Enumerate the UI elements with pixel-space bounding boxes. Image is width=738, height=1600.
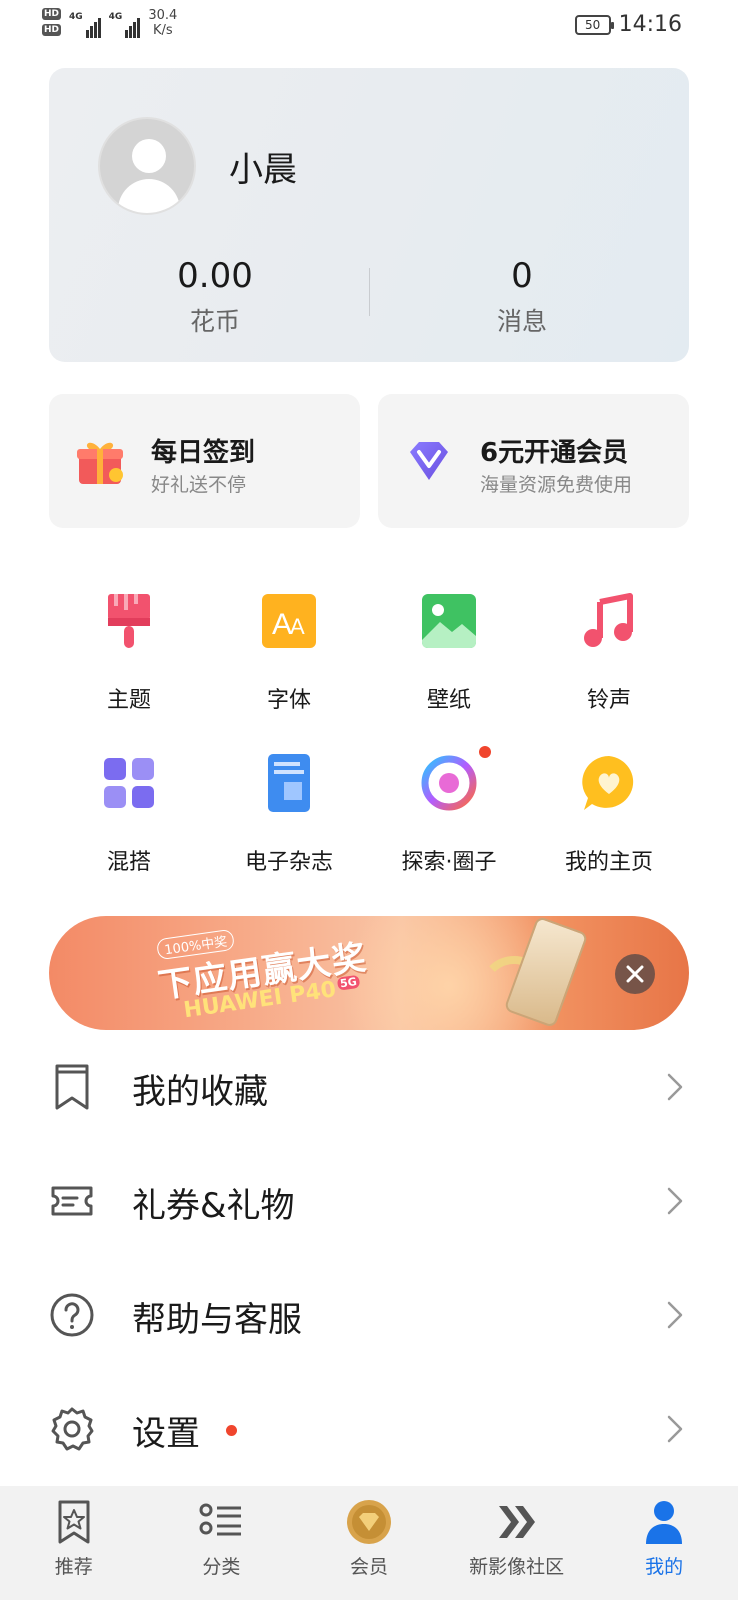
bottom-nav: 推荐 分类 会员 新影像社区 我的 — [0, 1486, 738, 1600]
avatar[interactable] — [98, 117, 196, 215]
member-coin-icon — [346, 1500, 391, 1544]
checkin-title: 每日签到 — [151, 438, 256, 468]
homepage-heart-icon — [582, 756, 634, 810]
svg-text:A: A — [272, 608, 292, 641]
close-icon — [626, 965, 644, 983]
community-chevron-icon — [498, 1506, 535, 1538]
coins-stat[interactable]: 0.00 花币 — [115, 256, 315, 338]
grid-label: 铃声 — [586, 688, 631, 713]
grid-item-explore[interactable]: 探索·圈子 — [369, 746, 529, 876]
vip-diamond-icon — [410, 442, 448, 480]
checkin-subtitle: 好礼送不停 — [151, 474, 247, 496]
grid-label: 混搭 — [106, 850, 151, 875]
profile-person-icon — [646, 1501, 683, 1544]
grid-label: 我的主页 — [564, 850, 653, 875]
coins-label: 花币 — [189, 307, 240, 336]
settings-gear-icon — [51, 1407, 94, 1451]
nav-tab-mine[interactable]: 我的 — [590, 1486, 738, 1600]
ringtone-icon — [584, 593, 633, 647]
messages-stat[interactable]: 0 消息 — [422, 256, 622, 338]
magazine-icon — [268, 754, 310, 812]
nav-label: 新影像社区 — [469, 1556, 565, 1578]
status-bar: HD HD 4G 4G 30.4 K/s 50 14:16 — [0, 0, 738, 56]
explore-icon — [421, 755, 477, 811]
vip-subtitle: 海量资源免费使用 — [480, 474, 633, 496]
recommend-star-icon — [58, 1500, 90, 1544]
category-list-icon — [199, 1503, 242, 1536]
network-type-1: 4G — [69, 12, 83, 22]
grid-label: 主题 — [106, 688, 151, 713]
nav-tab-member[interactable]: 会员 — [295, 1486, 443, 1600]
signal-icon: 4G — [69, 12, 101, 38]
bookmark-icon — [55, 1064, 89, 1110]
feature-grid: 主题 A A 字体 壁纸 铃声 混搭 电子杂志 探索·圈子 我的主页 — [49, 590, 689, 876]
grid-label: 电子杂志 — [244, 850, 333, 875]
chevron-right-icon — [667, 1073, 683, 1101]
speed-unit: K/s — [152, 23, 173, 38]
daily-checkin-card[interactable]: 每日签到 好礼送不停 — [49, 394, 360, 528]
menu-item-settings[interactable]: 设置 — [0, 1372, 738, 1486]
hd-badge-1: HD — [42, 8, 62, 20]
banner-close-button[interactable] — [615, 954, 655, 994]
nav-tab-category[interactable]: 分类 — [148, 1486, 296, 1600]
messages-value: 0 — [511, 256, 533, 296]
font-icon: A A — [262, 594, 316, 648]
theme-brush-icon — [108, 594, 150, 648]
nav-label: 会员 — [349, 1556, 388, 1578]
status-left: HD HD 4G 4G 30.4 K/s — [42, 8, 177, 38]
explore-badge-dot — [479, 746, 491, 758]
grid-item-magazine[interactable]: 电子杂志 — [209, 752, 369, 876]
grid-item-homepage[interactable]: 我的主页 — [529, 752, 689, 876]
grid-item-mix[interactable]: 混搭 — [49, 752, 209, 876]
hd-indicators: HD HD — [42, 8, 62, 36]
coins-value: 0.00 — [177, 256, 253, 296]
grid-item-theme[interactable]: 主题 — [49, 590, 209, 714]
grid-label: 探索·圈子 — [401, 850, 497, 875]
network-speed: 30.4 K/s — [148, 8, 177, 38]
profile-card: 小晨 0.00 花币 0 消息 — [49, 68, 689, 362]
signal-icon-2: 4G — [109, 12, 141, 38]
status-right: 50 14:16 — [574, 12, 682, 37]
speed-value: 30.4 — [148, 8, 178, 23]
mix-icon — [104, 758, 154, 808]
help-icon — [50, 1293, 94, 1337]
stat-divider — [369, 268, 370, 316]
vip-membership-card[interactable]: 6元开通会员 海量资源免费使用 — [378, 394, 689, 528]
battery-icon: 50 — [574, 14, 614, 35]
chevron-right-icon — [667, 1187, 683, 1215]
grid-label: 壁纸 — [426, 688, 471, 713]
menu-label: 我的收藏 — [132, 1072, 268, 1112]
grid-item-wallpaper[interactable]: 壁纸 — [369, 590, 529, 714]
promo-banner[interactable]: 100%中奖 下应用赢大奖 HUAWEI P40 5G — [49, 916, 689, 1030]
menu-item-favorites[interactable]: 我的收藏 — [0, 1030, 738, 1144]
svg-text:A: A — [290, 614, 305, 639]
grid-item-font[interactable]: A A 字体 — [209, 590, 369, 714]
menu-label: 帮助与客服 — [132, 1300, 302, 1340]
nav-tab-community[interactable]: 新影像社区 — [443, 1486, 591, 1600]
messages-label: 消息 — [496, 307, 547, 336]
banner-5g-badge: 5G — [336, 974, 361, 991]
grid-item-ringtone[interactable]: 铃声 — [529, 590, 689, 714]
username[interactable]: 小晨 — [229, 142, 297, 191]
chevron-right-icon — [667, 1415, 683, 1443]
menu-list: 我的收藏 礼券&礼物 帮助与客服 设置 — [0, 1030, 738, 1486]
menu-item-coupons[interactable]: 礼券&礼物 — [0, 1144, 738, 1258]
coupon-icon — [51, 1186, 93, 1216]
chevron-right-icon — [667, 1301, 683, 1329]
menu-item-help[interactable]: 帮助与客服 — [0, 1258, 738, 1372]
network-type-2: 4G — [108, 12, 123, 22]
gift-icon — [77, 442, 123, 484]
grid-label: 字体 — [266, 688, 311, 713]
nav-label: 推荐 — [54, 1556, 93, 1578]
menu-label: 礼券&礼物 — [132, 1186, 295, 1226]
nav-label: 我的 — [645, 1556, 684, 1578]
vip-title: 6元开通会员 — [480, 438, 629, 468]
nav-tab-recommend[interactable]: 推荐 — [0, 1486, 148, 1600]
hd-badge-2: HD — [42, 24, 62, 36]
clock: 14:16 — [618, 12, 682, 37]
menu-label: 设置 — [132, 1414, 200, 1454]
settings-badge-dot — [226, 1425, 237, 1436]
nav-label: 分类 — [202, 1556, 241, 1578]
wallpaper-icon — [422, 594, 476, 648]
